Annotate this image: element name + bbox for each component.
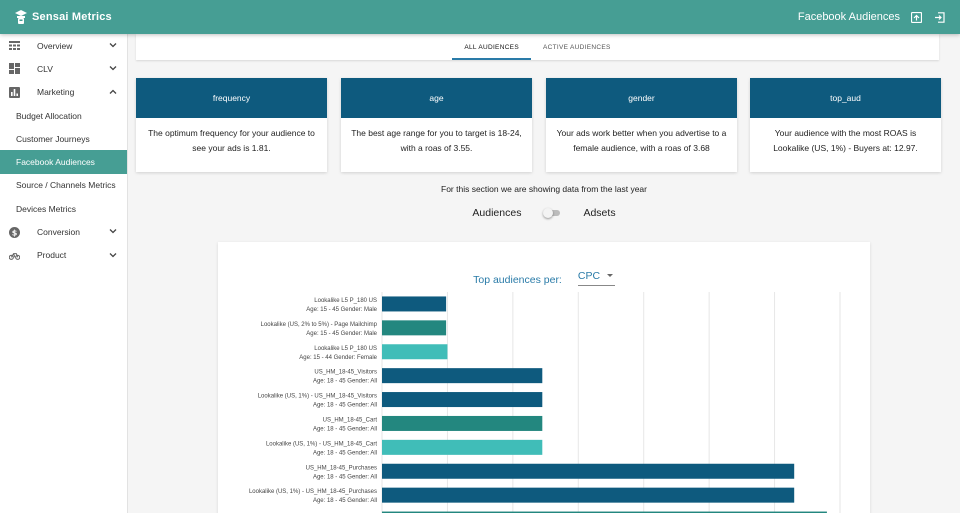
- sidebar-item-devices-metrics[interactable]: Devices Metrics: [0, 197, 127, 220]
- bar[interactable]: [382, 439, 543, 455]
- caret-down-icon: [606, 274, 613, 277]
- metric-select-value: CPC: [577, 270, 601, 282]
- bar[interactable]: [382, 463, 795, 479]
- bar-label-name: Lookalike L5 P_180 US: [314, 346, 377, 352]
- sensai-logo-icon: [15, 10, 27, 24]
- bar[interactable]: [382, 296, 447, 312]
- bar-label-detail: Age: 18 - 45 Gender: All: [313, 403, 377, 409]
- audiences-adsets-toggle-row: Audiences Adsets: [128, 207, 960, 219]
- bar[interactable]: [382, 415, 543, 431]
- sidebar-item-label: Devices Metrics: [16, 203, 76, 214]
- insight-card-text: The best age range for you to target is …: [351, 128, 522, 153]
- insight-card-top-aud: top_aud Your audience with the most ROAS…: [750, 78, 941, 172]
- insight-card-title: age: [341, 78, 532, 118]
- insight-card-gender: gender Your ads work better when you adv…: [546, 78, 737, 172]
- sidebar-item-label: Marketing: [37, 87, 75, 98]
- bar-label-detail: Age: 18 - 45 Gender: All: [313, 474, 377, 480]
- bar-chart-icon: [9, 86, 20, 98]
- sidebar-item-marketing[interactable]: Marketing: [0, 81, 127, 104]
- bar-label-detail: Age: 15 - 45 Gender: Male: [306, 331, 377, 337]
- chevron-down-icon: [109, 43, 117, 48]
- top-audiences-chart-card: Lookalike L5 P_180 US Age: 15 - 45 Gender…: [218, 242, 870, 513]
- insight-card-text: Your ads work better when you advertise …: [556, 128, 727, 153]
- chevron-down-icon: [109, 252, 117, 258]
- insight-card-title: gender: [546, 78, 737, 118]
- bar-label-detail: Age: 18 - 45 Gender: All: [313, 450, 377, 456]
- svg-text:$: $: [12, 228, 18, 237]
- bar-label-name: US_HM_18-45_Visitors: [314, 370, 377, 376]
- insight-card-age: age The best age range for you to target…: [341, 78, 532, 172]
- bar-label-name: US_HM_18-45_Purchases: [306, 465, 377, 471]
- sidebar-item-product[interactable]: Product: [0, 244, 127, 267]
- insight-card-frequency: frequency The optimum frequency for your…: [136, 78, 327, 172]
- sidebar-item-label: Overview: [37, 40, 73, 51]
- tab-active-audiences[interactable]: ACTIVE AUDIENCES: [531, 34, 623, 60]
- section-note: For this section we are showing data fro…: [441, 184, 647, 194]
- tab-all-audiences[interactable]: ALL AUDIENCES: [452, 34, 531, 60]
- toggle-left-label: Audiences: [472, 207, 522, 219]
- insight-card-title: top_aud: [750, 78, 941, 118]
- page-title: Facebook Audiences: [797, 11, 900, 23]
- bar-label-detail: Age: 15 - 44 Gender: Female: [299, 355, 377, 361]
- chevron-down-icon: [109, 229, 117, 234]
- sidebar-item-label: Conversion: [37, 227, 80, 238]
- bar-label-detail: Age: 15 - 45 Gender: Male: [306, 307, 377, 313]
- audiences-adsets-switch[interactable]: [543, 208, 561, 218]
- chevron-up-icon: [109, 89, 117, 94]
- audience-tabs: ALL AUDIENCES ACTIVE AUDIENCES: [136, 34, 939, 60]
- dollar-icon: $: [9, 226, 20, 238]
- bar-label-detail: Age: 18 - 45 Gender: All: [313, 379, 377, 385]
- overview-icon: [9, 40, 20, 51]
- dashboard-icon: [9, 63, 20, 75]
- sidebar-item-label: Facebook Audiences: [16, 157, 95, 168]
- sidebar-item-label: Budget Allocation: [16, 110, 82, 121]
- chevron-down-icon: [109, 66, 117, 71]
- switch-thumb[interactable]: [543, 208, 554, 218]
- sidebar-item-conversion[interactable]: $ Conversion: [0, 220, 127, 243]
- bar-label-name: Lookalike L5 P_180 US: [314, 298, 377, 304]
- bar[interactable]: [382, 392, 543, 408]
- bar-label-name: Lookalike (US, 1%) - US_HM_18-45_Purchas…: [249, 489, 377, 495]
- sidebar-item-budget-allocation[interactable]: Budget Allocation: [0, 104, 127, 127]
- bike-icon: [9, 250, 20, 261]
- sidebar: Overview CLV Marketing Budget Allocation…: [0, 34, 128, 513]
- top-app-bar: Sensai Metrics Facebook Audiences: [0, 0, 960, 34]
- insight-card-text: Your audience with the most ROAS is Look…: [773, 128, 918, 153]
- bar[interactable]: [382, 368, 543, 384]
- brand-name: Sensai Metrics: [32, 11, 112, 23]
- top-right-area: Facebook Audiences: [798, 11, 946, 24]
- sidebar-item-clv[interactable]: CLV: [0, 57, 127, 80]
- chart-label: Top audiences per:: [473, 274, 562, 286]
- insight-card-text: The optimum frequency for your audience …: [148, 128, 315, 153]
- chart-header: Top audiences per: CPC: [218, 270, 870, 286]
- sidebar-item-source-channels-metrics[interactable]: Source / Channels Metrics: [0, 174, 127, 197]
- bar-label-name: Lookalike (US, 1%) - US_HM_18-45_Cart: [266, 441, 377, 447]
- bar[interactable]: [382, 344, 448, 360]
- insight-card-title: frequency: [136, 78, 327, 118]
- bar-label-name: Lookalike (US, 2% to 5%) - Page Mailchim…: [261, 322, 378, 328]
- sidebar-item-label: Customer Journeys: [16, 133, 90, 144]
- sidebar-item-label: Source / Channels Metrics: [16, 180, 116, 191]
- sidebar-item-label: CLV: [37, 63, 53, 74]
- bar-label-name: US_HM_18-45_Cart: [323, 417, 378, 423]
- bar[interactable]: [382, 487, 795, 503]
- bar-label-name: Lookalike (US, 1%) - US_HM_18-45_Visitor…: [258, 394, 377, 400]
- sidebar-item-facebook-audiences[interactable]: Facebook Audiences: [0, 150, 127, 174]
- metric-select[interactable]: CPC: [577, 270, 615, 286]
- main-content: ALL AUDIENCES ACTIVE AUDIENCES frequency…: [128, 34, 960, 513]
- sidebar-item-overview[interactable]: Overview: [0, 34, 127, 57]
- bar-label-detail: Age: 18 - 45 Gender: All: [313, 426, 377, 432]
- logout-icon[interactable]: [933, 11, 946, 24]
- export-icon[interactable]: [910, 11, 923, 24]
- sidebar-item-customer-journeys[interactable]: Customer Journeys: [0, 127, 127, 150]
- bar-label-detail: Age: 18 - 45 Gender: All: [313, 498, 377, 504]
- bar[interactable]: [382, 320, 447, 336]
- sidebar-item-label: Product: [37, 250, 67, 261]
- toggle-right-label: Adsets: [583, 207, 616, 219]
- brand[interactable]: Sensai Metrics: [14, 9, 112, 25]
